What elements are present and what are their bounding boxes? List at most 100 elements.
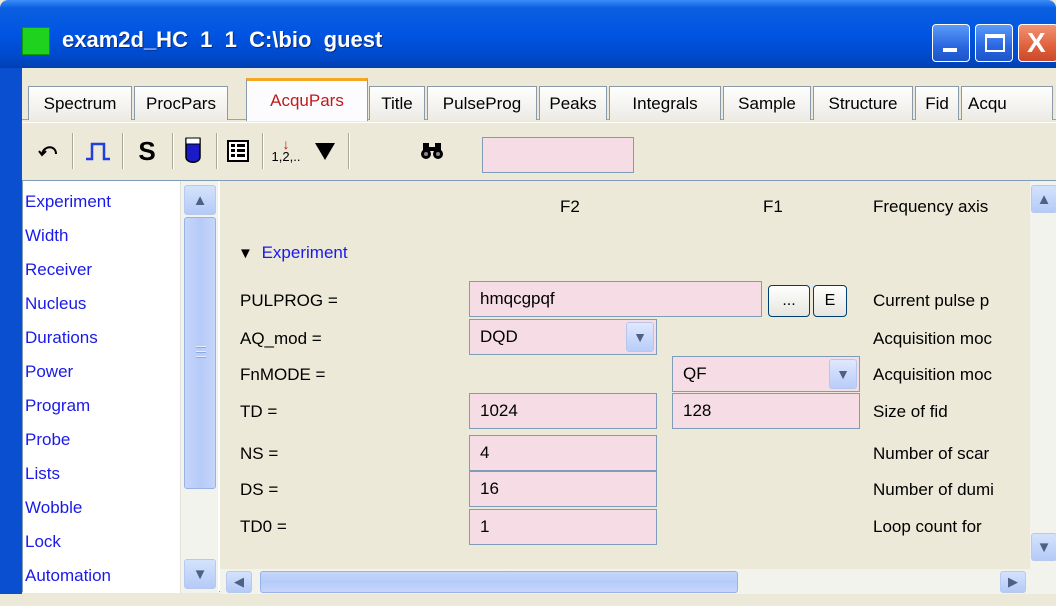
sidebar-item-receiver[interactable]: Receiver (25, 253, 92, 287)
ns-field[interactable]: 4 (469, 435, 657, 471)
scroll-grip (196, 346, 206, 348)
ns-description: Number of scar (873, 444, 990, 463)
ns-label: NS = (240, 444, 279, 463)
scroll-grip (196, 351, 206, 353)
s-button[interactable]: S (128, 131, 166, 171)
table-button[interactable] (220, 131, 256, 171)
toolbar-separator (122, 133, 124, 169)
aq-mod-value: DQD (480, 327, 518, 346)
sidebar-item-lists[interactable]: Lists (25, 457, 60, 491)
table-icon (227, 140, 249, 162)
window-title: exam2d_HC 1 1 C:\bio guest (62, 27, 383, 52)
chevron-down-icon[interactable]: ▼ (626, 322, 654, 352)
tab-acqupars[interactable]: AcquPars (246, 78, 368, 121)
sample-tube-button[interactable] (176, 131, 210, 171)
search-input[interactable] (482, 137, 634, 173)
fnmode-select[interactable]: QF ▼ (672, 356, 860, 392)
close-button[interactable]: X (1018, 24, 1056, 62)
scroll-grip (196, 356, 206, 358)
pulprog-browse-button[interactable]: ... (768, 285, 810, 317)
toolbar-separator (172, 133, 174, 169)
td0-label: TD0 = (240, 517, 287, 536)
tab-acqu[interactable]: Acqu (961, 86, 1053, 120)
scroll-down-icon[interactable]: ▼ (1031, 533, 1056, 561)
tab-title[interactable]: Title (369, 86, 425, 120)
pulse-button[interactable] (78, 131, 118, 171)
tab-integrals[interactable]: Integrals (609, 86, 721, 120)
td-label: TD = (240, 402, 278, 421)
sort-button[interactable]: ↓ 1,2,.. (268, 131, 304, 171)
toolbar-separator (262, 133, 264, 169)
td-description: Size of fid (873, 402, 948, 421)
panel-horizontal-scrollbar[interactable]: ◀ ▶ (220, 569, 1056, 595)
binoculars-icon (421, 143, 443, 159)
td-f2-field[interactable]: 1024 (469, 393, 657, 429)
aq-mod-description: Acquisition moc (873, 329, 993, 348)
sidebar-item-width[interactable]: Width (25, 219, 68, 253)
column-header-f2: F2 (560, 197, 580, 216)
tab-fid[interactable]: Fid (915, 86, 959, 120)
sidebar-item-program[interactable]: Program (25, 389, 90, 423)
tab-procpars[interactable]: ProcPars (134, 86, 228, 120)
fnmode-description: Acquisition moc (873, 365, 993, 384)
tab-bar: Spectrum ProcPars AcquPars Title PulsePr… (22, 78, 1056, 121)
toolbar-separator (72, 133, 74, 169)
undo-icon (38, 146, 57, 157)
tab-pulseprog[interactable]: PulseProg (427, 86, 537, 120)
toolbar-separator (216, 133, 218, 169)
pulprog-edit-button[interactable]: E (813, 285, 847, 317)
application-window: exam2d_HC 1 1 C:\bio guest X Spectrum Pr… (0, 0, 1056, 606)
sidebar-item-durations[interactable]: Durations (25, 321, 98, 355)
aq-mod-select[interactable]: DQD ▼ (469, 319, 657, 355)
sidebar-item-experiment[interactable]: Experiment (25, 185, 111, 219)
toolbar: S ↓ 1,2,.. (22, 122, 1056, 178)
pulprog-field[interactable]: hmqcgpqf (469, 281, 762, 317)
section-toggle[interactable]: ▼ Experiment (238, 243, 348, 263)
content-area: Experiment Width Receiver Nucleus Durati… (22, 180, 1056, 595)
scroll-left-icon[interactable]: ◀ (226, 571, 252, 593)
scroll-up-icon[interactable]: ▲ (1031, 185, 1056, 213)
title-bar[interactable]: exam2d_HC 1 1 C:\bio guest X (0, 0, 1056, 68)
horizontal-scroll-thumb[interactable] (260, 571, 738, 593)
sidebar-scrollbar[interactable]: ▲ ▼ (180, 181, 218, 593)
sort-label: 1,2,.. (271, 149, 301, 164)
toolbar-separator (348, 133, 350, 169)
section-title: Experiment (261, 243, 348, 262)
tab-structure[interactable]: Structure (813, 86, 913, 120)
td-f1-field[interactable]: 128 (672, 393, 860, 429)
undo-button[interactable] (32, 131, 66, 171)
sidebar-item-automation[interactable]: Automation (25, 559, 111, 593)
sidebar-scroll-thumb[interactable] (184, 217, 216, 489)
scroll-up-icon[interactable]: ▲ (184, 185, 216, 215)
find-button[interactable] (412, 131, 452, 171)
ds-label: DS = (240, 480, 279, 499)
maximize-icon (985, 34, 1005, 52)
td0-field[interactable]: 1 (469, 509, 657, 545)
window-frame-left (0, 68, 22, 606)
sidebar-item-power[interactable]: Power (25, 355, 73, 389)
pulprog-description: Current pulse p (873, 291, 990, 310)
fnmode-label: FnMODE = (240, 365, 326, 384)
minimize-icon (943, 48, 957, 52)
window-frame-bottom (0, 594, 1056, 606)
sidebar-item-wobble[interactable]: Wobble (25, 491, 82, 525)
chevron-down-icon[interactable]: ▼ (829, 359, 857, 389)
tab-spectrum[interactable]: Spectrum (28, 86, 132, 120)
filter-button[interactable] (308, 131, 342, 171)
tab-peaks[interactable]: Peaks (539, 86, 607, 120)
sidebar-item-nucleus[interactable]: Nucleus (25, 287, 86, 321)
scroll-right-icon[interactable]: ▶ (1000, 571, 1026, 593)
maximize-button[interactable] (975, 24, 1013, 62)
ds-description: Number of dumi (873, 480, 994, 499)
ds-field[interactable]: 16 (469, 471, 657, 507)
sidebar-item-probe[interactable]: Probe (25, 423, 70, 457)
td0-description: Loop count for (873, 517, 982, 536)
sidebar-item-lock[interactable]: Lock (25, 525, 61, 559)
minimize-button[interactable] (932, 24, 970, 62)
column-header-description: Frequency axis (873, 197, 989, 216)
filter-triangle-icon (315, 143, 335, 160)
collapse-triangle-icon: ▼ (238, 245, 253, 262)
scroll-down-icon[interactable]: ▼ (184, 559, 216, 589)
tab-sample[interactable]: Sample (723, 86, 811, 120)
panel-vertical-scrollbar[interactable]: ▲ ▼ (1030, 181, 1056, 593)
